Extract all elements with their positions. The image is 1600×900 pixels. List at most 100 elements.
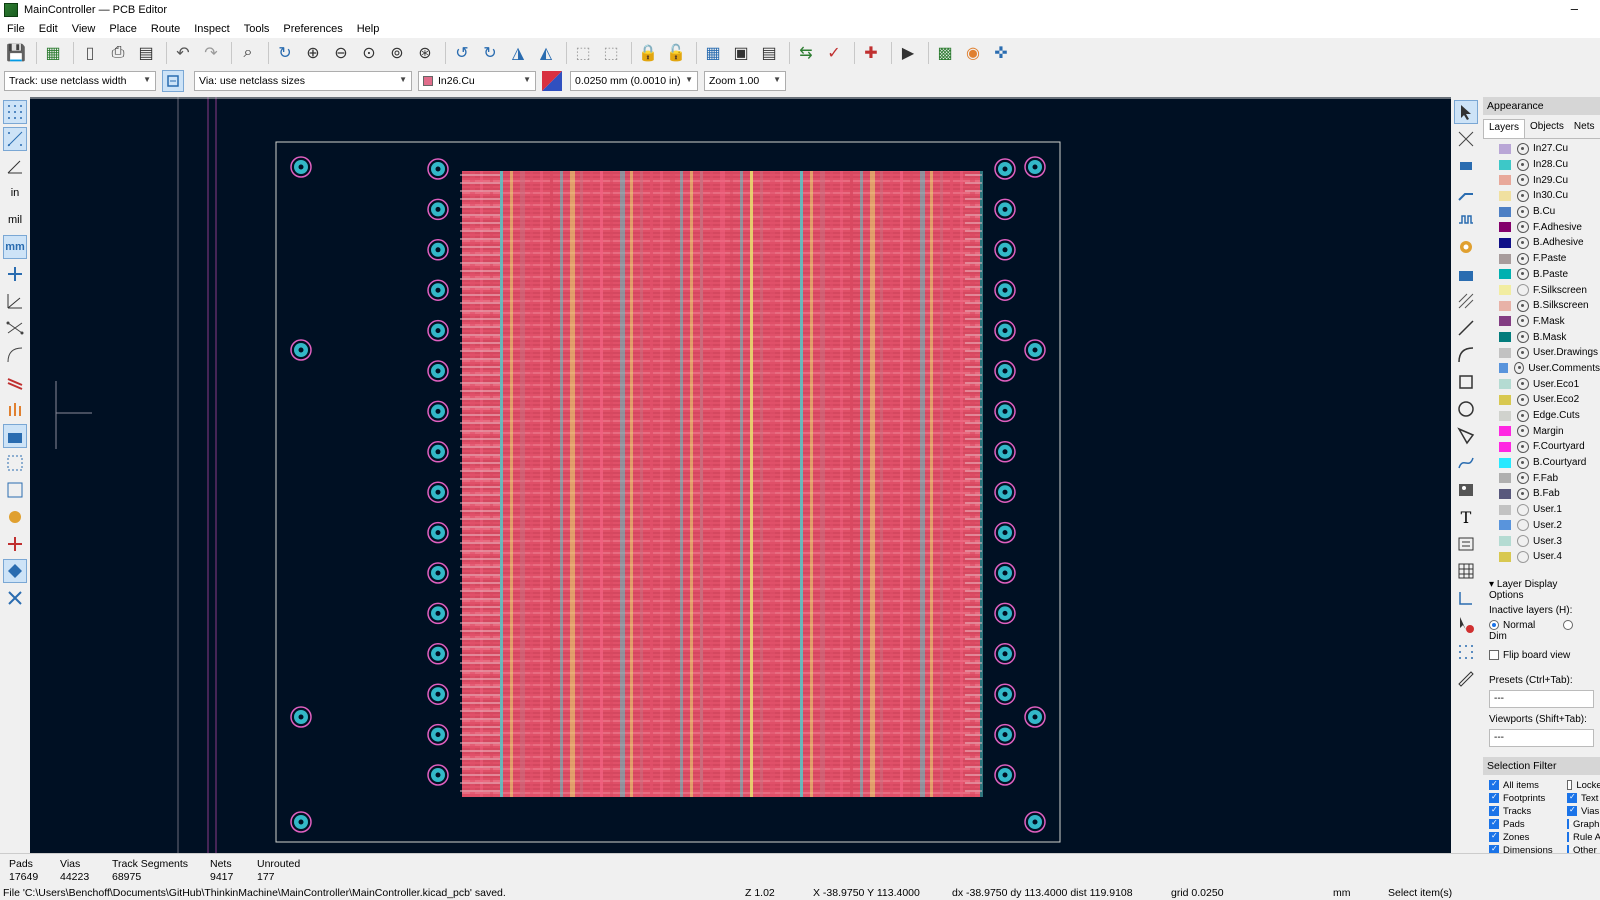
layer-color-swatch[interactable] <box>1499 504 1511 515</box>
track-outline-icon[interactable] <box>3 370 27 394</box>
add-image-icon[interactable] <box>1454 478 1478 502</box>
flip-icon[interactable]: ◮ <box>506 41 530 65</box>
pad-display-icon[interactable] <box>3 505 27 529</box>
layer-row-b-courtyard[interactable]: B.Courtyard <box>1483 455 1600 471</box>
local-ratsnest-icon[interactable] <box>1454 127 1478 151</box>
layer-row-b-adhesive[interactable]: B.Adhesive <box>1483 235 1600 251</box>
filter-checkbox[interactable] <box>1567 818 1576 830</box>
update-pcb-icon[interactable]: ⇆ <box>794 41 818 65</box>
filter-checkbox[interactable] <box>1567 780 1573 791</box>
layer-color-swatch[interactable] <box>1499 332 1511 343</box>
add-table-icon[interactable] <box>1454 559 1478 583</box>
layer-color-swatch[interactable] <box>1499 520 1511 531</box>
filter-checkbox[interactable] <box>1489 818 1499 830</box>
filter-checkbox[interactable] <box>1489 831 1499 843</box>
layer-color-swatch[interactable] <box>1499 269 1511 280</box>
zoom-select[interactable]: Zoom 1.00 ▼ <box>704 71 786 91</box>
eye-icon[interactable] <box>1517 487 1529 500</box>
polar-coords-icon[interactable] <box>3 154 27 178</box>
tab-layers[interactable]: Layers <box>1483 119 1526 138</box>
layer-row-user-comments[interactable]: User.Comments <box>1483 361 1600 377</box>
zoom-out-icon[interactable]: ⊖ <box>329 41 353 65</box>
layer-row-b-paste[interactable]: B.Paste <box>1483 267 1600 283</box>
filter-checkbox[interactable] <box>1489 792 1499 804</box>
layer-row-b-mask[interactable]: B.Mask <box>1483 329 1600 345</box>
eye-icon[interactable] <box>1517 221 1529 234</box>
normal-radio[interactable] <box>1489 619 1499 630</box>
units-inch-icon[interactable]: in <box>3 181 27 205</box>
layer-color-swatch[interactable] <box>1499 206 1511 217</box>
grid-origin-icon[interactable] <box>1454 640 1478 664</box>
zoom-selection-icon[interactable]: ⊛ <box>413 41 437 65</box>
eye-icon[interactable] <box>1517 205 1529 218</box>
units-mm-icon[interactable]: mm <box>3 235 27 259</box>
layer-row-f-silkscreen[interactable]: F.Silkscreen <box>1483 282 1600 298</box>
eye-icon[interactable] <box>1517 189 1529 202</box>
select-arrow-icon[interactable] <box>1454 100 1478 124</box>
filter-checkbox[interactable] <box>1567 831 1576 843</box>
layer-row-user-eco1[interactable]: User.Eco1 <box>1483 376 1600 392</box>
measure-icon[interactable] <box>3 532 27 556</box>
eye-icon[interactable] <box>1517 425 1529 438</box>
pcb-board-view[interactable] <box>30 97 1451 853</box>
menu-place[interactable]: Place <box>102 23 144 35</box>
layer-row-b-fab[interactable]: B.Fab <box>1483 486 1600 502</box>
zoom-in-icon[interactable]: ⊕ <box>301 41 325 65</box>
eye-icon[interactable] <box>1517 409 1529 422</box>
scripting-icon[interactable]: ▶ <box>896 41 920 65</box>
eye-hidden-icon[interactable] <box>1517 535 1529 548</box>
ratsnest-icon[interactable] <box>3 316 27 340</box>
tab-objects[interactable]: Objects <box>1525 119 1569 138</box>
grid-overrides-icon[interactable] <box>3 127 27 151</box>
layer-pair-icon[interactable] <box>542 71 562 91</box>
layer-color-swatch[interactable] <box>1499 253 1511 264</box>
layer-color-swatch[interactable] <box>1499 237 1511 248</box>
layer-color-swatch[interactable] <box>1499 441 1511 452</box>
draw-circle-icon[interactable] <box>1454 397 1478 421</box>
layer-display-options[interactable]: ▾ Layer Display Options <box>1483 577 1600 603</box>
eye-icon[interactable] <box>1517 158 1529 171</box>
new-icon[interactable]: ▯ <box>78 41 102 65</box>
layer-row-in30-cu[interactable]: In30.Cu <box>1483 188 1600 204</box>
layer-row-f-courtyard[interactable]: F.Courtyard <box>1483 439 1600 455</box>
angle-snap-icon[interactable] <box>3 289 27 313</box>
eye-icon[interactable] <box>1517 252 1529 265</box>
layer-select[interactable]: In26.Cu ▼ <box>418 71 536 91</box>
add-textbox-icon[interactable] <box>1454 532 1478 556</box>
dim-radio[interactable] <box>1562 619 1573 630</box>
zoom-fit-icon[interactable]: ⊙ <box>357 41 381 65</box>
layer-color-swatch[interactable] <box>1499 363 1509 374</box>
layer-color-swatch[interactable] <box>1499 175 1511 186</box>
eye-icon[interactable] <box>1517 440 1529 453</box>
filter-checkbox[interactable] <box>1489 805 1499 817</box>
plot-icon[interactable]: ▤ <box>134 41 158 65</box>
layer-color-swatch[interactable] <box>1499 316 1511 327</box>
layer-row-user-3[interactable]: User.3 <box>1483 533 1600 549</box>
eye-icon[interactable] <box>1517 331 1529 344</box>
layer-row-user-4[interactable]: User.4 <box>1483 549 1600 565</box>
zone-icon[interactable]: ▩ <box>933 41 957 65</box>
lock-icon[interactable]: 🔒 <box>636 41 660 65</box>
eye-icon[interactable] <box>1514 362 1525 375</box>
save-icon[interactable]: 💾 <box>4 41 28 65</box>
print-icon[interactable]: ⎙ <box>106 41 130 65</box>
eye-icon[interactable] <box>1517 268 1529 281</box>
curved-ratsnest-icon[interactable] <box>3 343 27 367</box>
layer-color-swatch[interactable] <box>1499 159 1511 170</box>
layer-row-user-drawings[interactable]: User.Drawings <box>1483 345 1600 361</box>
via-outline-icon[interactable] <box>3 397 27 421</box>
menu-edit[interactable]: Edit <box>32 23 65 35</box>
grid-dots-icon[interactable] <box>3 100 27 124</box>
menu-view[interactable]: View <box>65 23 103 35</box>
layer-color-swatch[interactable] <box>1499 488 1511 499</box>
layer-row-in29-cu[interactable]: In29.Cu <box>1483 172 1600 188</box>
eye-icon[interactable] <box>1517 142 1529 155</box>
filter-checkbox[interactable] <box>1567 844 1576 853</box>
eye-hidden-icon[interactable] <box>1517 503 1529 516</box>
layer-color-swatch[interactable] <box>1499 473 1511 484</box>
menu-route[interactable]: Route <box>144 23 187 35</box>
eye-icon[interactable] <box>1517 378 1529 391</box>
eye-icon[interactable] <box>1517 315 1529 328</box>
redo-icon[interactable]: ↷ <box>199 41 223 65</box>
autoroute-icon[interactable]: ✚ <box>859 41 883 65</box>
